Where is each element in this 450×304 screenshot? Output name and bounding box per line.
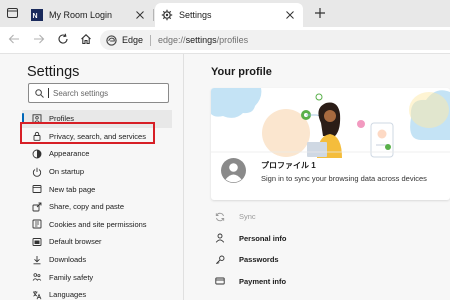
- sidebar-item-label: Family safety: [49, 272, 94, 282]
- browser-icon: [32, 238, 42, 246]
- new-tab-plus-icon[interactable]: [314, 7, 326, 19]
- card-icon: [215, 277, 225, 285]
- home-icon[interactable]: [80, 33, 92, 45]
- close-icon[interactable]: [285, 10, 295, 20]
- highlight-annotation: [20, 122, 155, 144]
- sidebar-item-downloads[interactable]: Downloads: [22, 251, 172, 269]
- sidebar-item-on-startup[interactable]: On startup: [22, 163, 172, 181]
- list-item-personal-info[interactable]: Personal info: [215, 228, 435, 250]
- text-caret: [48, 88, 49, 98]
- site-favicon: N: [31, 9, 43, 21]
- list-item-label: Passwords: [239, 255, 279, 265]
- search-input[interactable]: [53, 88, 163, 98]
- tab-title: My Room Login: [49, 10, 113, 20]
- search-icon: [35, 88, 44, 98]
- list-item-payment-info[interactable]: Payment info: [215, 271, 435, 293]
- sidebar-item-languages[interactable]: Languages: [22, 286, 172, 304]
- profile-settings-list: Sync Personal info Passwords Payment inf…: [215, 206, 435, 292]
- languages-icon: [33, 290, 42, 300]
- list-item-sync[interactable]: Sync: [215, 206, 435, 228]
- family-icon: [32, 273, 42, 281]
- share-icon: [32, 202, 42, 212]
- list-item-label: Sync: [239, 212, 256, 222]
- list-item-label: Payment info: [239, 276, 287, 286]
- refresh-icon[interactable]: [57, 33, 69, 45]
- list-item-passwords[interactable]: Passwords: [215, 249, 435, 271]
- main-content: Your profile プロファイル 1 Sign in to sync yo…: [184, 54, 450, 300]
- profile-card: プロファイル 1 Sign in to sync your browsing d…: [211, 88, 450, 200]
- page-title: Settings: [27, 64, 80, 80]
- site-identity-label: Edge: [122, 35, 144, 45]
- sidebar-item-cookies[interactable]: Cookies and site permissions: [22, 216, 172, 234]
- back-arrow-icon[interactable]: [8, 33, 20, 45]
- sidebar-item-label: Downloads: [49, 255, 87, 265]
- tab-strip: N My Room Login Settings: [0, 0, 450, 27]
- new-tab-icon: [32, 185, 42, 194]
- power-icon: [32, 167, 42, 177]
- tab-divider: [153, 9, 154, 21]
- cookies-icon: [32, 219, 42, 229]
- sidebar-item-family-safety[interactable]: Family safety: [22, 268, 172, 286]
- personal-info-icon: [215, 233, 225, 243]
- appearance-icon: [32, 149, 42, 159]
- download-icon: [33, 255, 41, 264]
- sidebar-item-new-tab-page[interactable]: New tab page: [22, 180, 172, 198]
- close-icon[interactable]: [135, 10, 145, 20]
- profile-banner-illustration: [211, 88, 450, 158]
- profile-name: プロファイル 1: [261, 161, 316, 170]
- sidebar-item-label: New tab page: [49, 184, 96, 194]
- url-scheme: edge://: [158, 35, 186, 45]
- tab-settings[interactable]: Settings: [155, 3, 303, 27]
- sidebar-item-label: Languages: [49, 290, 87, 300]
- url-path: /profiles: [216, 35, 249, 45]
- section-heading: Your profile: [211, 66, 272, 78]
- sidebar-item-label: Share, copy and paste: [49, 202, 125, 212]
- sync-icon: [215, 212, 225, 221]
- tab-actions-icon[interactable]: [7, 8, 18, 18]
- sidebar-item-label: Appearance: [49, 149, 90, 159]
- sidebar-item-share-copy-paste[interactable]: Share, copy and paste: [22, 198, 172, 216]
- sidebar-item-appearance[interactable]: Appearance: [22, 145, 172, 163]
- browser-toolbar: Edge edge://settings/profiles: [0, 27, 450, 54]
- sidebar-item-label: On startup: [49, 167, 85, 177]
- forward-arrow-icon[interactable]: [33, 33, 45, 45]
- settings-gear-icon: [161, 9, 173, 21]
- profile-sign-in-text: Sign in to sync your browsing data acros…: [261, 174, 427, 183]
- edge-logo-icon: [106, 34, 117, 46]
- svg-text:N: N: [33, 13, 38, 20]
- sidebar-item-label: Cookies and site permissions: [49, 219, 147, 229]
- list-item-label: Personal info: [239, 233, 287, 243]
- tab-title: Settings: [179, 10, 212, 20]
- key-icon: [215, 255, 225, 264]
- address-bar[interactable]: Edge edge://settings/profiles: [100, 30, 450, 50]
- avatar[interactable]: [221, 158, 246, 183]
- address-separator: [150, 34, 152, 46]
- search-box[interactable]: [28, 83, 169, 103]
- sidebar-item-label: Default browser: [49, 237, 102, 247]
- sidebar-item-default-browser[interactable]: Default browser: [22, 233, 172, 251]
- url-host: settings: [185, 35, 217, 45]
- tab-my-room-login[interactable]: N My Room Login: [25, 3, 153, 27]
- settings-sidebar: Settings Profiles Privacy, search, and s…: [0, 54, 184, 300]
